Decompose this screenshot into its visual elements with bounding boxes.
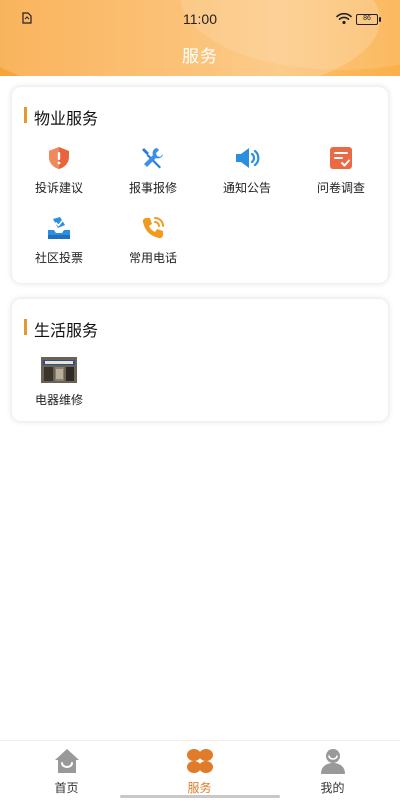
nav-label: 我的 bbox=[320, 781, 345, 795]
tools-icon bbox=[142, 148, 163, 169]
item-label: 社区投票 bbox=[34, 251, 83, 265]
appliance-repair-item[interactable]: 电器维修 bbox=[12, 357, 106, 408]
bottom-nav: 首页 服务 我的 bbox=[0, 740, 400, 800]
shop-photo-icon bbox=[41, 357, 77, 383]
item-label: 通知公告 bbox=[222, 181, 271, 195]
page-title: 服务 bbox=[182, 47, 218, 67]
notice-item[interactable]: 通知公告 bbox=[200, 145, 294, 196]
phone-icon bbox=[142, 217, 164, 239]
vote-box-icon bbox=[48, 217, 70, 239]
item-label: 问卷调查 bbox=[316, 181, 365, 195]
home-icon bbox=[54, 749, 79, 773]
report-repair-item[interactable]: 报事报修 bbox=[106, 145, 200, 196]
property-services-card: 物业服务 投诉建议 报事报修 通知公告 问卷调查 社区投票 常用电话 bbox=[11, 86, 389, 284]
megaphone-icon bbox=[236, 148, 260, 168]
header-bar: 11:00 86 服务 bbox=[0, 0, 400, 76]
home-indicator bbox=[120, 795, 280, 798]
item-label: 投诉建议 bbox=[34, 181, 83, 195]
community-vote-item[interactable]: 社区投票 bbox=[12, 215, 106, 266]
shield-alert-icon bbox=[49, 147, 69, 169]
nav-home[interactable]: 首页 bbox=[0, 747, 133, 796]
profile-icon bbox=[320, 749, 345, 774]
battery-icon: 86 bbox=[356, 14, 381, 25]
item-label: 常用电话 bbox=[128, 251, 177, 265]
survey-item[interactable]: 问卷调查 bbox=[294, 145, 388, 196]
status-bar: 11:00 86 bbox=[0, 8, 400, 30]
complaint-suggestion-item[interactable]: 投诉建议 bbox=[12, 145, 106, 196]
life-services-card: 生活服务 电器维修 bbox=[11, 298, 389, 422]
wifi-icon bbox=[336, 12, 352, 25]
common-phone-item[interactable]: 常用电话 bbox=[106, 215, 200, 266]
nav-label: 首页 bbox=[54, 781, 79, 795]
nav-profile[interactable]: 我的 bbox=[266, 747, 399, 796]
section-title: 物业服务 bbox=[24, 105, 98, 128]
section-title: 生活服务 bbox=[24, 317, 98, 340]
nav-label: 服务 bbox=[187, 781, 212, 795]
item-label: 报事报修 bbox=[128, 181, 177, 195]
item-label: 电器维修 bbox=[34, 393, 83, 407]
survey-icon bbox=[330, 147, 352, 169]
nav-services[interactable]: 服务 bbox=[133, 747, 266, 796]
services-icon bbox=[186, 749, 213, 773]
